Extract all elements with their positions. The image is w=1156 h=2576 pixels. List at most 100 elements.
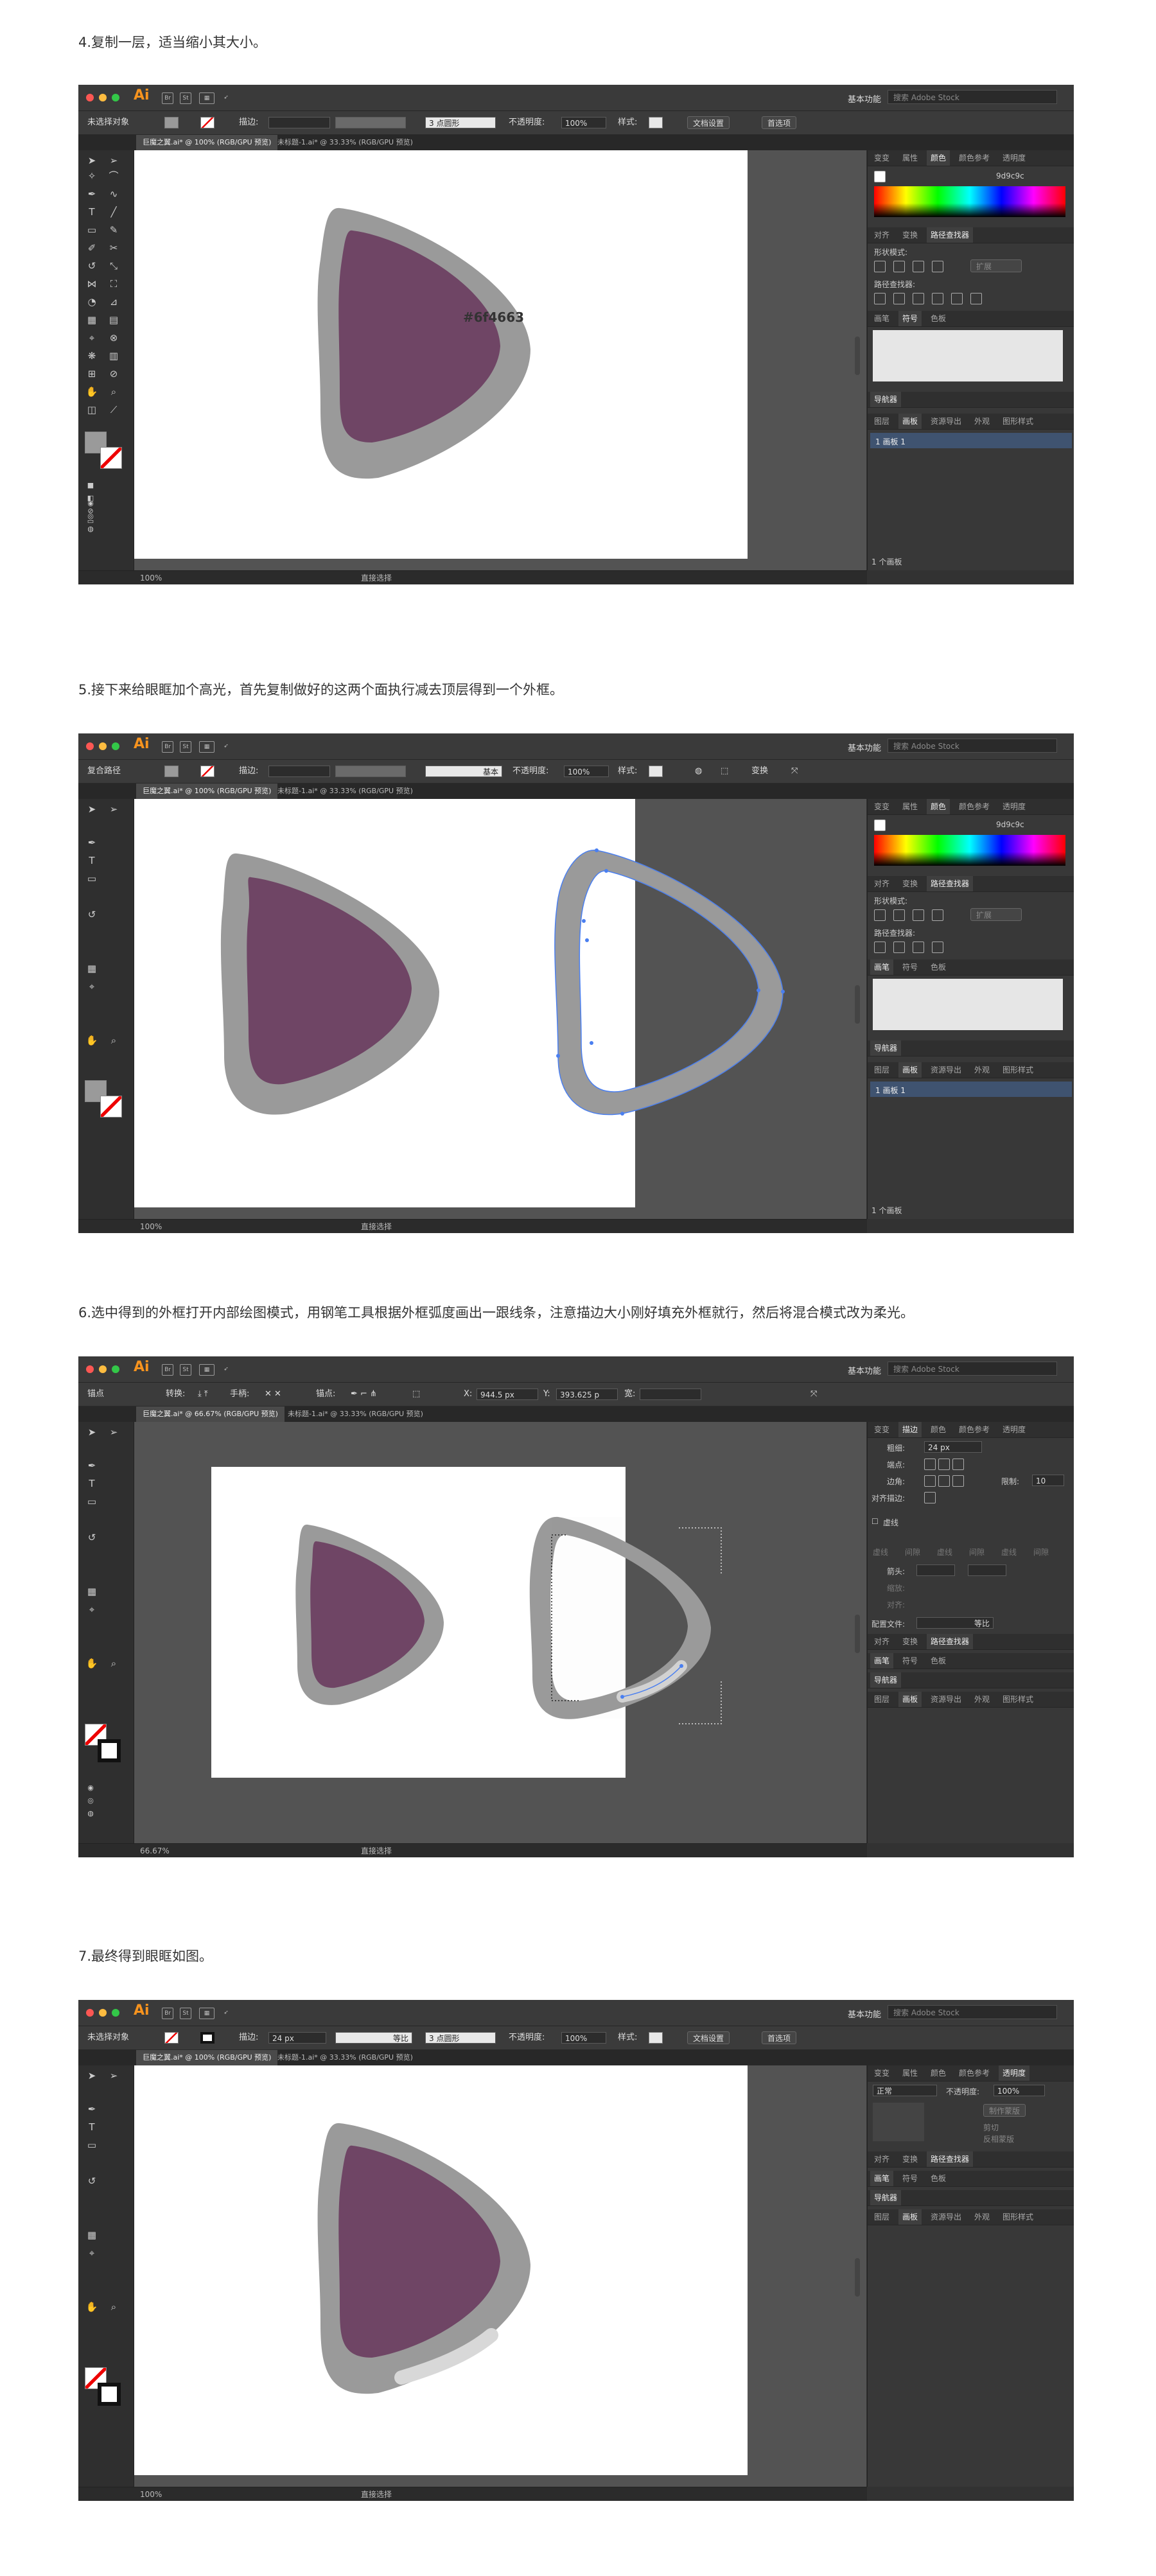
tab-appearance[interactable]: 外观 <box>970 1062 994 1078</box>
selection-tool-icon[interactable]: ➤ <box>85 2069 99 2082</box>
workspace-switcher[interactable]: 基本功能 <box>848 741 881 753</box>
unite-icon[interactable] <box>874 261 886 272</box>
stroke-color-box[interactable] <box>100 1096 122 1117</box>
variable-width-profile[interactable]: 等比 <box>335 2032 412 2044</box>
tab-brushes[interactable]: 画笔 <box>870 1653 894 1669</box>
document-setup-button[interactable]: 文档设置 <box>687 2031 730 2044</box>
tab-graphic-styles[interactable]: 图形样式 <box>999 2209 1037 2225</box>
stroke-weight-input[interactable] <box>268 117 330 128</box>
hand-tool-icon[interactable]: ✋ <box>85 2300 99 2313</box>
rotate-tool-icon[interactable]: ↺ <box>85 2175 99 2187</box>
tab-layers[interactable]: 图层 <box>870 414 893 429</box>
tab-color-guide[interactable]: 颜色参考 <box>955 1422 994 1437</box>
tab-properties[interactable]: 属性 <box>898 2065 922 2081</box>
none-color-icon[interactable] <box>874 819 886 831</box>
zoom-window-button[interactable] <box>112 2009 119 2017</box>
handle-icons[interactable]: ✕ ✕ <box>265 1383 281 1406</box>
canvas-area[interactable]: #6f4663 <box>134 150 866 570</box>
color-mode-icon[interactable]: ■ ◧ ⊘ <box>83 479 98 515</box>
artboard[interactable] <box>134 2065 748 2475</box>
transform-label[interactable]: 变换 <box>751 760 768 783</box>
width-tool-icon[interactable]: ⋈ <box>85 277 99 290</box>
expand-button[interactable]: 扩展 <box>970 259 1022 272</box>
paintbrush-tool-icon[interactable]: ✎ <box>107 223 121 236</box>
square-cap-icon[interactable] <box>952 1459 964 1470</box>
tab-document-2[interactable]: 未标题-1.ai* @ 33.33% (RGB/GPU 预览) <box>281 1406 430 1422</box>
scissors-tool-icon[interactable]: ✂ <box>107 241 121 254</box>
type-tool-icon[interactable]: T <box>85 1477 99 1490</box>
graphic-style-swatch[interactable] <box>649 117 663 128</box>
tab-artboards[interactable]: 画板 <box>898 1692 922 1707</box>
tab-asset-export[interactable]: 资源导出 <box>927 1692 965 1707</box>
tab-transform-2[interactable]: 变换 <box>898 227 922 243</box>
unite-icon[interactable] <box>874 909 886 921</box>
tab-document-2[interactable]: 未标题-1.ai* @ 33.33% (RGB/GPU 预览) <box>271 2050 419 2065</box>
color-hex-value[interactable]: 9d9c9c <box>996 171 1024 180</box>
minus-front-icon[interactable] <box>893 261 905 272</box>
recolor-icon[interactable]: ◍ <box>695 760 702 783</box>
preferences-button[interactable]: 首选项 <box>762 2031 797 2044</box>
tab-transform[interactable]: 变变 <box>870 2065 893 2081</box>
knife-tool-icon[interactable]: ⟋ <box>107 403 121 416</box>
tab-color[interactable]: 颜色 <box>927 1422 950 1437</box>
stroke-color-box[interactable] <box>100 447 122 469</box>
workspace-switcher[interactable]: 基本功能 <box>848 1364 881 1376</box>
tab-document-1[interactable]: 巨魔之翼.ai* @ 100% (RGB/GPU 预览) <box>136 2050 278 2065</box>
brush-definition[interactable]: 基本 <box>425 766 502 777</box>
rectangle-tool-icon[interactable]: ▭ <box>85 2139 99 2151</box>
tab-graphic-styles[interactable]: 图形样式 <box>999 414 1037 429</box>
tab-swatches[interactable]: 色板 <box>927 959 950 975</box>
brush-library-grid[interactable] <box>873 979 1063 1030</box>
tab-align[interactable]: 对齐 <box>870 227 893 243</box>
tab-appearance[interactable]: 外观 <box>970 1692 994 1707</box>
opacity-input[interactable]: 100% <box>561 2032 606 2044</box>
tab-graphic-styles[interactable]: 图形样式 <box>999 1062 1037 1078</box>
stock-icon[interactable]: St <box>180 2008 191 2019</box>
tab-swatches[interactable]: 色板 <box>927 1653 950 1669</box>
screen-mode-icon[interactable]: ▭ <box>83 515 98 528</box>
x-position-input[interactable]: 944.5 px <box>477 1389 538 1400</box>
mesh-tool-icon[interactable]: ▦ <box>85 1585 99 1598</box>
zoom-tool-icon[interactable]: ⌕ <box>107 1034 121 1047</box>
stock-search-input[interactable]: 搜索 Adobe Stock <box>888 1362 1057 1376</box>
exclude-icon[interactable] <box>932 261 943 272</box>
vertical-scrollbar[interactable] <box>855 1615 860 1653</box>
eyedropper-tool-icon[interactable]: ⌖ <box>85 331 99 344</box>
direct-selection-tool-icon[interactable]: ➢ <box>107 803 121 816</box>
mask-thumbnail[interactable] <box>873 2103 924 2141</box>
round-join-icon[interactable] <box>938 1475 950 1487</box>
type-tool-icon[interactable]: T <box>85 854 99 867</box>
gpu-performance-icon[interactable]: ➶ <box>221 1364 231 1374</box>
merge-icon[interactable] <box>913 293 924 304</box>
opacity-input[interactable]: 100% <box>564 766 609 777</box>
expand-button[interactable]: 扩展 <box>970 908 1022 921</box>
tab-align[interactable]: 对齐 <box>870 1634 893 1649</box>
tab-pathfinder[interactable]: 路径查找器 <box>927 227 974 243</box>
none-color-icon[interactable] <box>874 171 886 182</box>
outline-icon[interactable] <box>951 293 963 304</box>
stock-search-input[interactable]: 搜索 Adobe Stock <box>888 739 1057 753</box>
tab-document-1[interactable]: 巨魔之翼.ai* @ 66.67% (RGB/GPU 预览) <box>136 1406 285 1422</box>
zoom-level[interactable]: 100% <box>140 1220 162 1233</box>
direct-selection-tool-icon[interactable]: ➢ <box>107 154 121 167</box>
arrange-documents-icon[interactable]: ▦ <box>199 92 215 104</box>
start-arrowhead-select[interactable] <box>916 1564 955 1576</box>
fill-swatch[interactable] <box>164 117 179 128</box>
bridge-icon[interactable]: Br <box>162 2008 173 2019</box>
tab-pathfinder[interactable]: 路径查找器 <box>927 1634 974 1649</box>
trim-icon[interactable] <box>893 942 905 953</box>
draw-mode-icon[interactable]: ◉ ◎ ◍ <box>83 497 98 533</box>
artboard-list-item[interactable]: 1 画板 1 <box>870 433 1072 448</box>
stroke-swatch[interactable] <box>200 766 215 777</box>
width-input[interactable] <box>640 1389 701 1400</box>
gpu-performance-icon[interactable]: ➶ <box>221 741 231 751</box>
tab-document-1[interactable]: 巨魔之翼.ai* @ 100% (RGB/GPU 预览) <box>136 784 278 799</box>
tab-transform[interactable]: 变变 <box>870 150 893 166</box>
dashed-line-checkbox[interactable]: ☐ <box>871 1517 879 1526</box>
close-window-button[interactable] <box>86 2009 94 2017</box>
shaper-tool-icon[interactable]: ✐ <box>85 241 99 254</box>
zoom-tool-icon[interactable]: ⌕ <box>107 2300 121 2313</box>
minimize-window-button[interactable] <box>99 94 107 101</box>
tab-brushes[interactable]: 画笔 <box>870 311 893 326</box>
tab-pathfinder[interactable]: 路径查找器 <box>927 2151 974 2167</box>
